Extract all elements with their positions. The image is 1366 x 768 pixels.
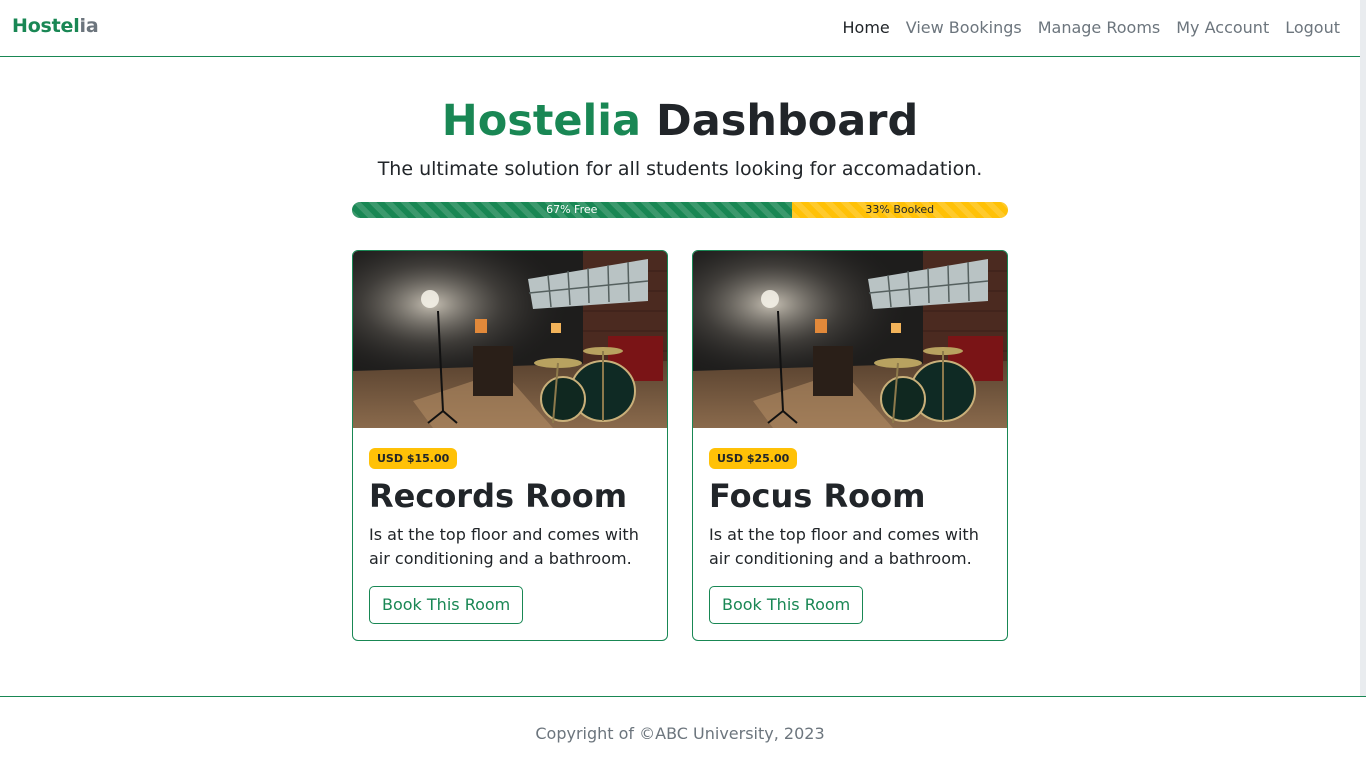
room-name: Focus Room: [709, 477, 926, 515]
room-name: Records Room: [369, 477, 628, 515]
book-room-button[interactable]: Book This Room: [369, 586, 524, 624]
page-title-rest: Dashboard: [656, 96, 919, 146]
room-card: USD $15.00 Records Room Is at the top fl…: [352, 250, 668, 641]
navbar: Hostelia Home View Bookings Manage Rooms…: [0, 0, 1360, 57]
room-description: Is at the top floor and comes with air c…: [369, 525, 639, 568]
occupancy-progress: 67% Free 33% Booked: [352, 202, 1008, 218]
brand-part-2: ia: [79, 15, 99, 37]
room-card: USD $25.00 Focus Room Is at the top floo…: [692, 250, 1008, 641]
nav-my-account-link[interactable]: My Account: [1176, 18, 1269, 37]
page-title-accent: Hostelia: [441, 96, 642, 146]
price-badge: USD $25.00: [709, 448, 798, 469]
footer-copyright: Copyright of ©ABC University, 2023: [535, 724, 825, 743]
footer: Copyright of ©ABC University, 2023: [0, 696, 1366, 768]
nav-home-link[interactable]: Home: [843, 18, 890, 37]
nav-links: Home View Bookings Manage Rooms My Accou…: [843, 18, 1341, 37]
room-description: Is at the top floor and comes with air c…: [709, 525, 979, 568]
page-title: Hostelia Dashboard: [0, 96, 1360, 146]
progress-booked-segment: 33% Booked: [791, 202, 1008, 218]
brand-part-1: Hostel: [12, 15, 80, 37]
nav-manage-rooms-link[interactable]: Manage Rooms: [1038, 18, 1161, 37]
price-badge: USD $15.00: [369, 448, 458, 469]
brand-logo[interactable]: Hostelia: [12, 15, 99, 37]
nav-view-bookings-link[interactable]: View Bookings: [906, 18, 1022, 37]
room-photo: [693, 251, 1007, 428]
room-photo: [353, 251, 667, 428]
page-subtitle: The ultimate solution for all students l…: [377, 158, 983, 180]
nav-logout-link[interactable]: Logout: [1285, 18, 1340, 37]
progress-free-segment: 67% Free: [352, 202, 792, 218]
book-room-button[interactable]: Book This Room: [709, 586, 864, 624]
page-scrollbar[interactable]: [1360, 0, 1366, 697]
